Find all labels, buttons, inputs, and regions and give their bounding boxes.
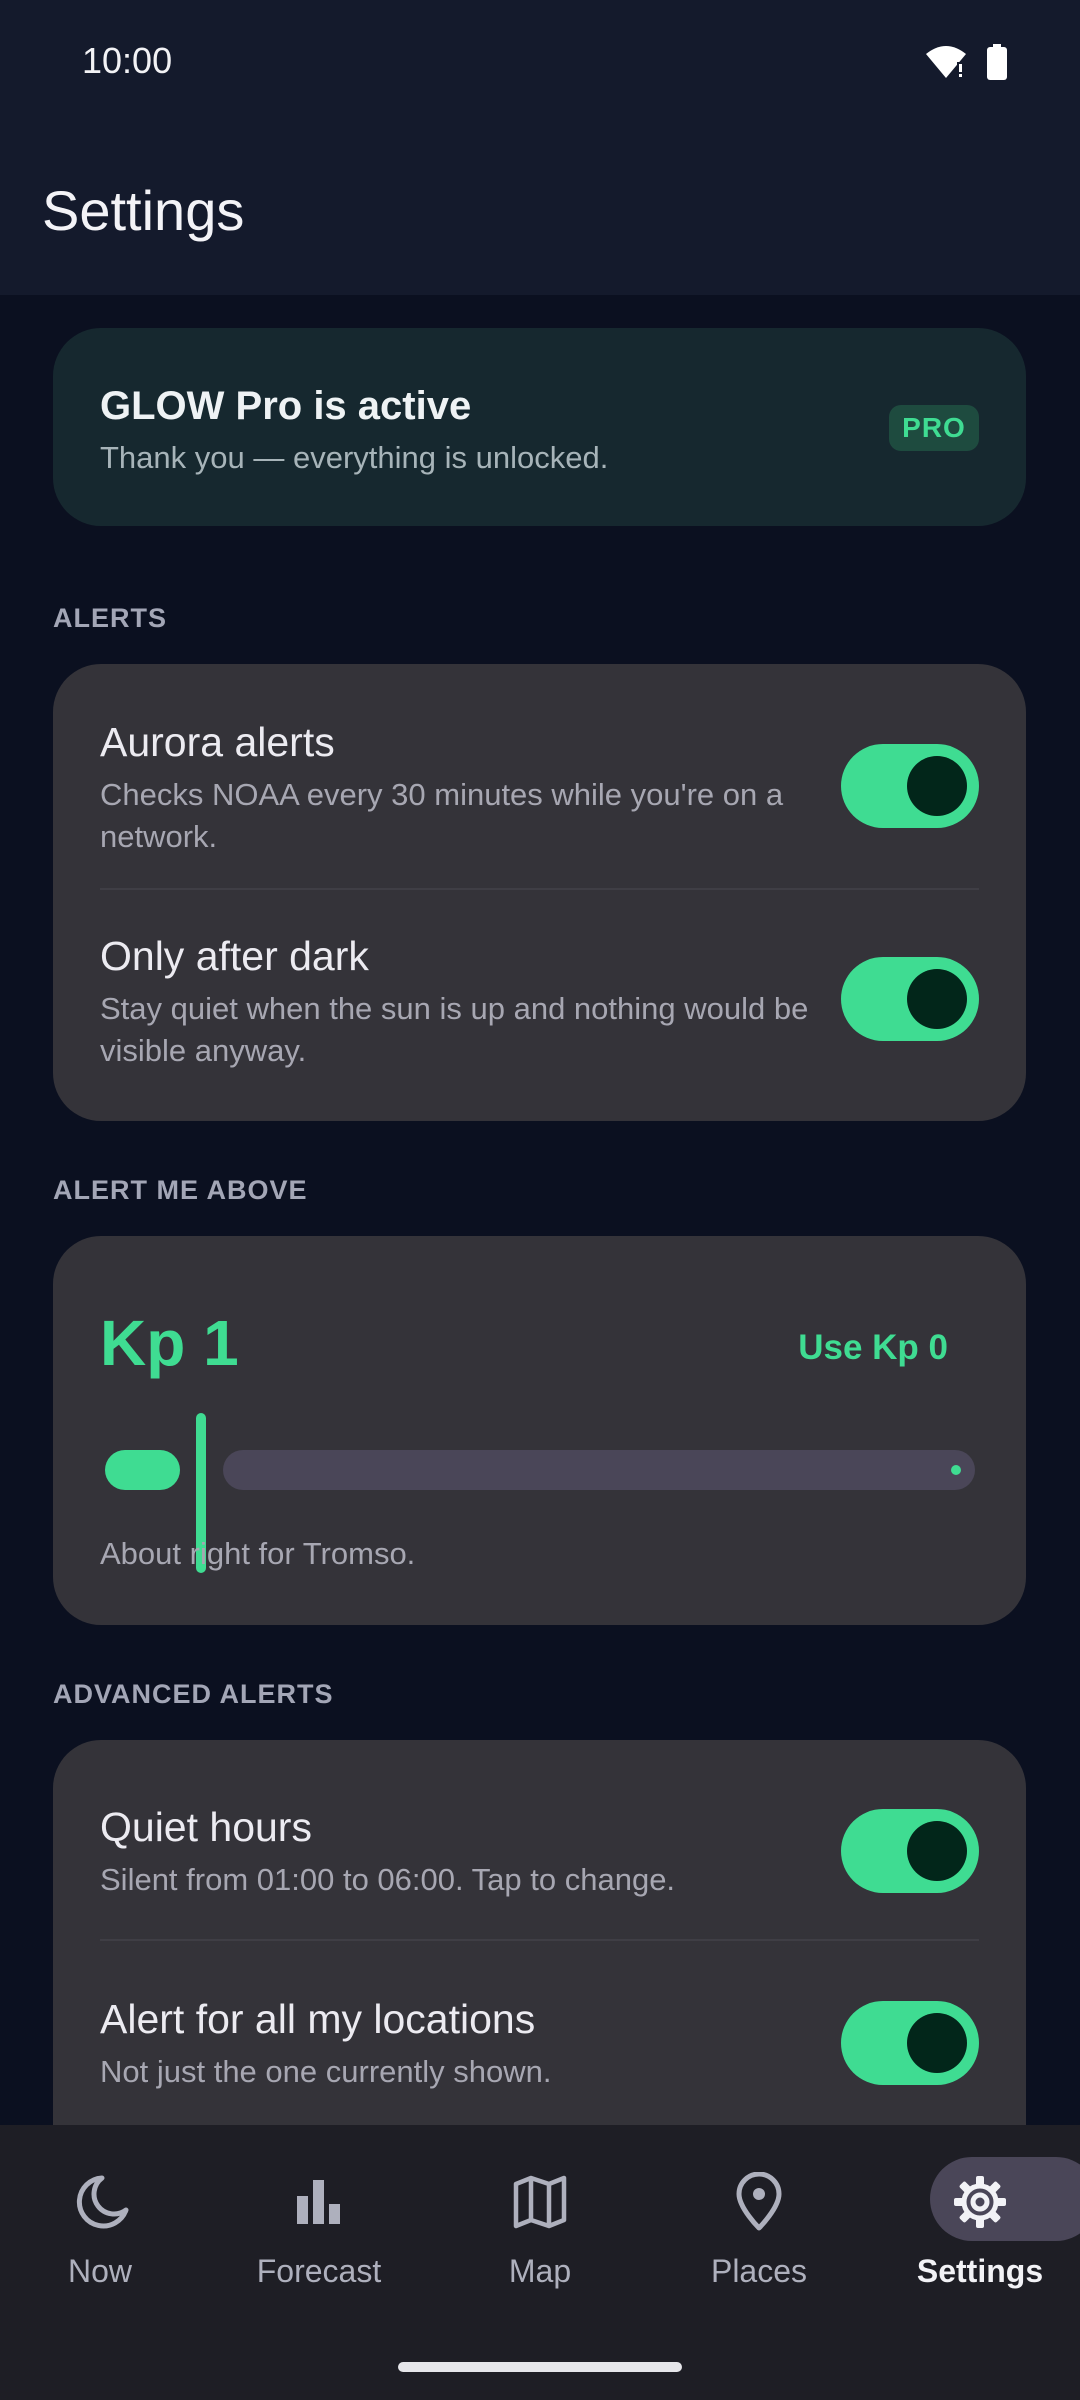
quiet-hours-description: Silent from 01:00 to 06:00. Tap to chang… xyxy=(100,1862,676,1897)
toggle-knob xyxy=(907,756,967,816)
aurora-alerts-description: Checks NOAA every 30 minutes while you'r… xyxy=(100,777,784,854)
all-locations-toggle[interactable] xyxy=(841,2001,979,2085)
status-icons xyxy=(924,44,1008,85)
nav-label-forecast: Forecast xyxy=(256,2253,382,2289)
moon-icon xyxy=(0,2157,200,2247)
nav-label-map: Map xyxy=(508,2253,572,2289)
aurora-alerts-toggle[interactable] xyxy=(841,744,979,828)
kp-threshold-card: Kp 1 Use Kp 0 About right for Tromso. xyxy=(53,1236,1026,1625)
nav-label-now: Now xyxy=(67,2253,132,2289)
section-label-alert-me-above: ALERT ME ABOVE xyxy=(53,1175,308,1205)
toggle-knob xyxy=(907,1821,967,1881)
battery-icon xyxy=(986,44,1008,85)
slider-inactive-track[interactable] xyxy=(223,1450,975,1490)
gear-icon xyxy=(880,2157,1080,2247)
nav-label-settings: Settings xyxy=(916,2253,1044,2289)
status-time: 10:00 xyxy=(82,40,173,81)
quiet-hours-toggle[interactable] xyxy=(841,1809,979,1893)
divider xyxy=(100,1939,979,1941)
nav-label-places: Places xyxy=(710,2253,808,2289)
settings-content[interactable]: GLOW Pro is active Thank you — everythin… xyxy=(0,295,1080,2125)
slider-stop-indicator xyxy=(951,1465,961,1475)
nav-item-map[interactable]: Map xyxy=(440,2157,640,2290)
slider-active-track xyxy=(105,1450,180,1490)
all-locations-description: Not just the one currently shown. xyxy=(100,2054,552,2089)
after-dark-description: Stay quiet when the sun is up and nothin… xyxy=(100,991,809,1068)
section-label-advanced-alerts: ADVANCED ALERTS xyxy=(53,1679,334,1709)
kp-value: Kp 1 xyxy=(100,1307,239,1379)
aurora-alerts-title: Aurora alerts xyxy=(100,719,335,765)
pro-subtitle: Thank you — everything is unlocked. xyxy=(100,440,609,475)
advanced-alerts-card: Quiet hours Silent from 01:00 to 06:00. … xyxy=(53,1740,1026,2125)
bar-chart-icon xyxy=(219,2157,419,2247)
bottom-navigation: Now Forecast Map Places Settings xyxy=(0,2125,1080,2400)
wifi-icon xyxy=(924,44,968,85)
page-title: Settings xyxy=(42,179,245,242)
nav-item-settings[interactable]: Settings xyxy=(880,2157,1080,2290)
location-pin-icon xyxy=(659,2157,859,2247)
pro-status-card: GLOW Pro is active Thank you — everythin… xyxy=(53,328,1026,526)
section-label-alerts: ALERTS xyxy=(53,603,167,633)
after-dark-title: Only after dark xyxy=(100,933,369,979)
pro-badge: PRO xyxy=(889,405,979,451)
use-kp-0-button[interactable]: Use Kp 0 xyxy=(798,1328,948,1368)
top-app-bar: 10:00 Settings xyxy=(0,0,1080,295)
toggle-knob xyxy=(907,2013,967,2073)
map-icon xyxy=(440,2157,640,2247)
alerts-card: Aurora alerts Checks NOAA every 30 minut… xyxy=(53,664,1026,1121)
gesture-navigation-bar[interactable] xyxy=(398,2362,682,2372)
nav-item-forecast[interactable]: Forecast xyxy=(219,2157,419,2290)
after-dark-toggle[interactable] xyxy=(841,957,979,1041)
pro-title: GLOW Pro is active xyxy=(100,384,472,428)
divider xyxy=(100,888,979,890)
nav-item-places[interactable]: Places xyxy=(659,2157,859,2290)
toggle-knob xyxy=(907,969,967,1029)
kp-hint: About right for Tromso. xyxy=(100,1536,416,1571)
nav-item-now[interactable]: Now xyxy=(0,2157,200,2290)
